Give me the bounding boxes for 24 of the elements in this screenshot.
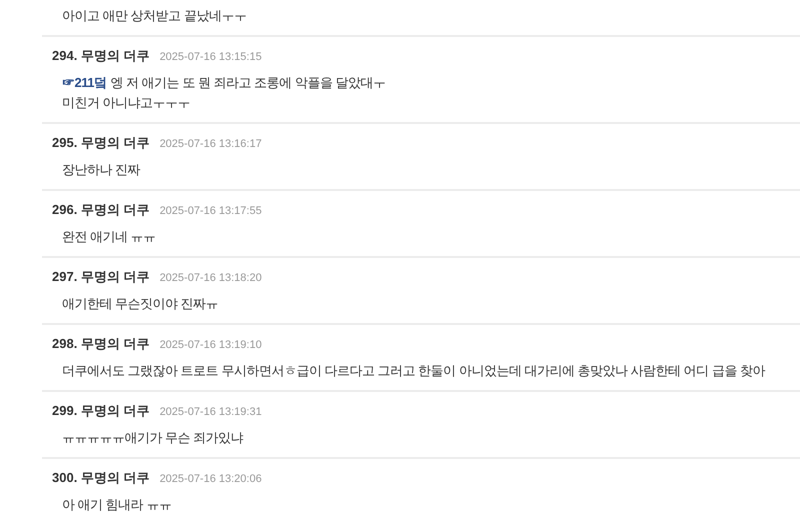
comment-author: 297. 무명의 더쿠 [52, 268, 150, 286]
comment-text: 장난하나 진짜 [62, 161, 140, 179]
comment-timestamp: 2025-07-16 13:18:20 [160, 271, 262, 286]
comment-text: 아 애기 힘내라 ㅠㅠ [62, 496, 172, 514]
comment-text: 아이고 애만 상처받고 끝났네ㅜㅜ [62, 7, 246, 25]
reply-link[interactable]: ☞211덬 [62, 73, 106, 93]
comment-timestamp: 2025-07-16 13:15:15 [160, 50, 262, 65]
comment-timestamp: 2025-07-16 13:19:31 [160, 405, 262, 420]
comment-text: ㅠㅠㅠㅠㅠ애기가 무슨 죄가있냐 [62, 429, 244, 447]
comment-author: 295. 무명의 더쿠 [52, 134, 150, 152]
comment-author: 299. 무명의 더쿠 [52, 402, 150, 420]
comment-timestamp: 2025-07-16 13:20:06 [160, 472, 262, 487]
comment-text: 더쿠에서도 그랬잖아 트로트 무시하면서ㅎ급이 다르다고 그러고 한둘이 아니었는데 대가리에 총맞았나 사람한테 어디 급을 찾아 [62, 362, 765, 380]
comment-text: 완전 애기네 ㅠㅠ [62, 228, 156, 246]
comment-author: 296. 무명의 더쿠 [52, 201, 150, 219]
comment-timestamp: 2025-07-16 13:16:17 [160, 137, 262, 152]
comment-timestamp: 2025-07-16 13:17:55 [160, 204, 262, 219]
comment-author: 298. 무명의 더쿠 [52, 335, 150, 353]
comment-author: 300. 무명의 더쿠 [52, 469, 150, 487]
comment-author: 294. 무명의 더쿠 [52, 47, 150, 65]
comment-timestamp: 2025-07-16 13:19:10 [160, 338, 262, 353]
comment-text: 엥 저 애기는 또 뭔 죄라고 조롱에 악플을 달았대ㅜ [110, 74, 386, 92]
comment-text: 미친거 아니냐고ㅜㅜㅜ [62, 94, 190, 112]
comment-text: 애기한테 무슨짓이야 진짜ㅠ [62, 295, 218, 313]
